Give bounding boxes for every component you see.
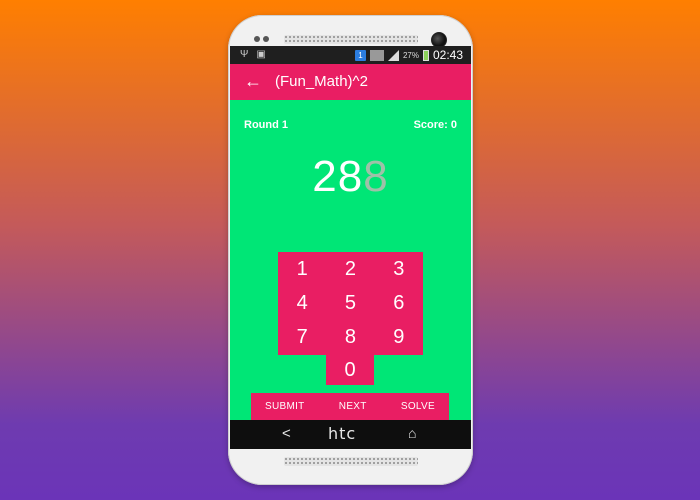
system-nav-bar: < htc ⌂ xyxy=(230,420,471,449)
key-1[interactable]: 1 xyxy=(278,252,326,286)
key-7[interactable]: 7 xyxy=(278,321,326,355)
clock: 02:43 xyxy=(432,48,463,62)
score-label: Score: 0 xyxy=(413,119,457,131)
back-arrow-icon[interactable]: ← xyxy=(244,71,262,91)
app-bar: ← (Fun_Math)^2 xyxy=(230,64,471,100)
key-2[interactable]: 2 xyxy=(326,252,374,286)
sensor-dot xyxy=(254,36,260,42)
home-icon[interactable]: ⌂ xyxy=(408,425,416,441)
bottom-speaker-grille xyxy=(284,457,418,466)
number-pending: 8 xyxy=(363,152,389,201)
key-9[interactable]: 9 xyxy=(375,321,423,355)
key-5[interactable]: 5 xyxy=(326,286,374,320)
usb-icon: Ψ xyxy=(240,49,249,60)
solve-button[interactable]: SOLVE xyxy=(401,401,435,412)
keypad: 1 2 3 4 5 6 7 8 9 xyxy=(278,252,423,355)
battery-icon xyxy=(422,49,429,61)
app-title: (Fun_Math)^2 xyxy=(275,73,368,90)
key-6[interactable]: 6 xyxy=(375,286,423,320)
current-number: 288 xyxy=(230,152,471,202)
image-icon: ▣ xyxy=(256,49,266,60)
key-0[interactable]: 0 xyxy=(326,355,374,385)
phone-screen: Ψ ▣ 1 27% 02:43 ← (Fun_Math)^2 Round 1 S… xyxy=(230,46,471,449)
notification-badge: 1 xyxy=(354,49,366,61)
sensor-dot xyxy=(263,36,269,42)
number-entered: 28 xyxy=(312,152,364,201)
key-8[interactable]: 8 xyxy=(326,321,374,355)
action-bar: SUBMIT NEXT SOLVE xyxy=(251,393,449,420)
status-bar: Ψ ▣ 1 27% 02:43 xyxy=(230,46,471,64)
nav-back-icon[interactable]: < xyxy=(282,425,291,442)
next-button[interactable]: NEXT xyxy=(339,401,367,412)
battery-percent: 27% xyxy=(402,50,419,60)
gallery-icon xyxy=(369,49,384,61)
htc-logo: htc xyxy=(328,424,357,443)
key-4[interactable]: 4 xyxy=(278,286,326,320)
signal-icon xyxy=(387,49,399,61)
submit-button[interactable]: SUBMIT xyxy=(265,401,305,412)
key-3[interactable]: 3 xyxy=(375,252,423,286)
top-speaker-grille xyxy=(284,35,418,44)
round-label: Round 1 xyxy=(244,119,288,131)
